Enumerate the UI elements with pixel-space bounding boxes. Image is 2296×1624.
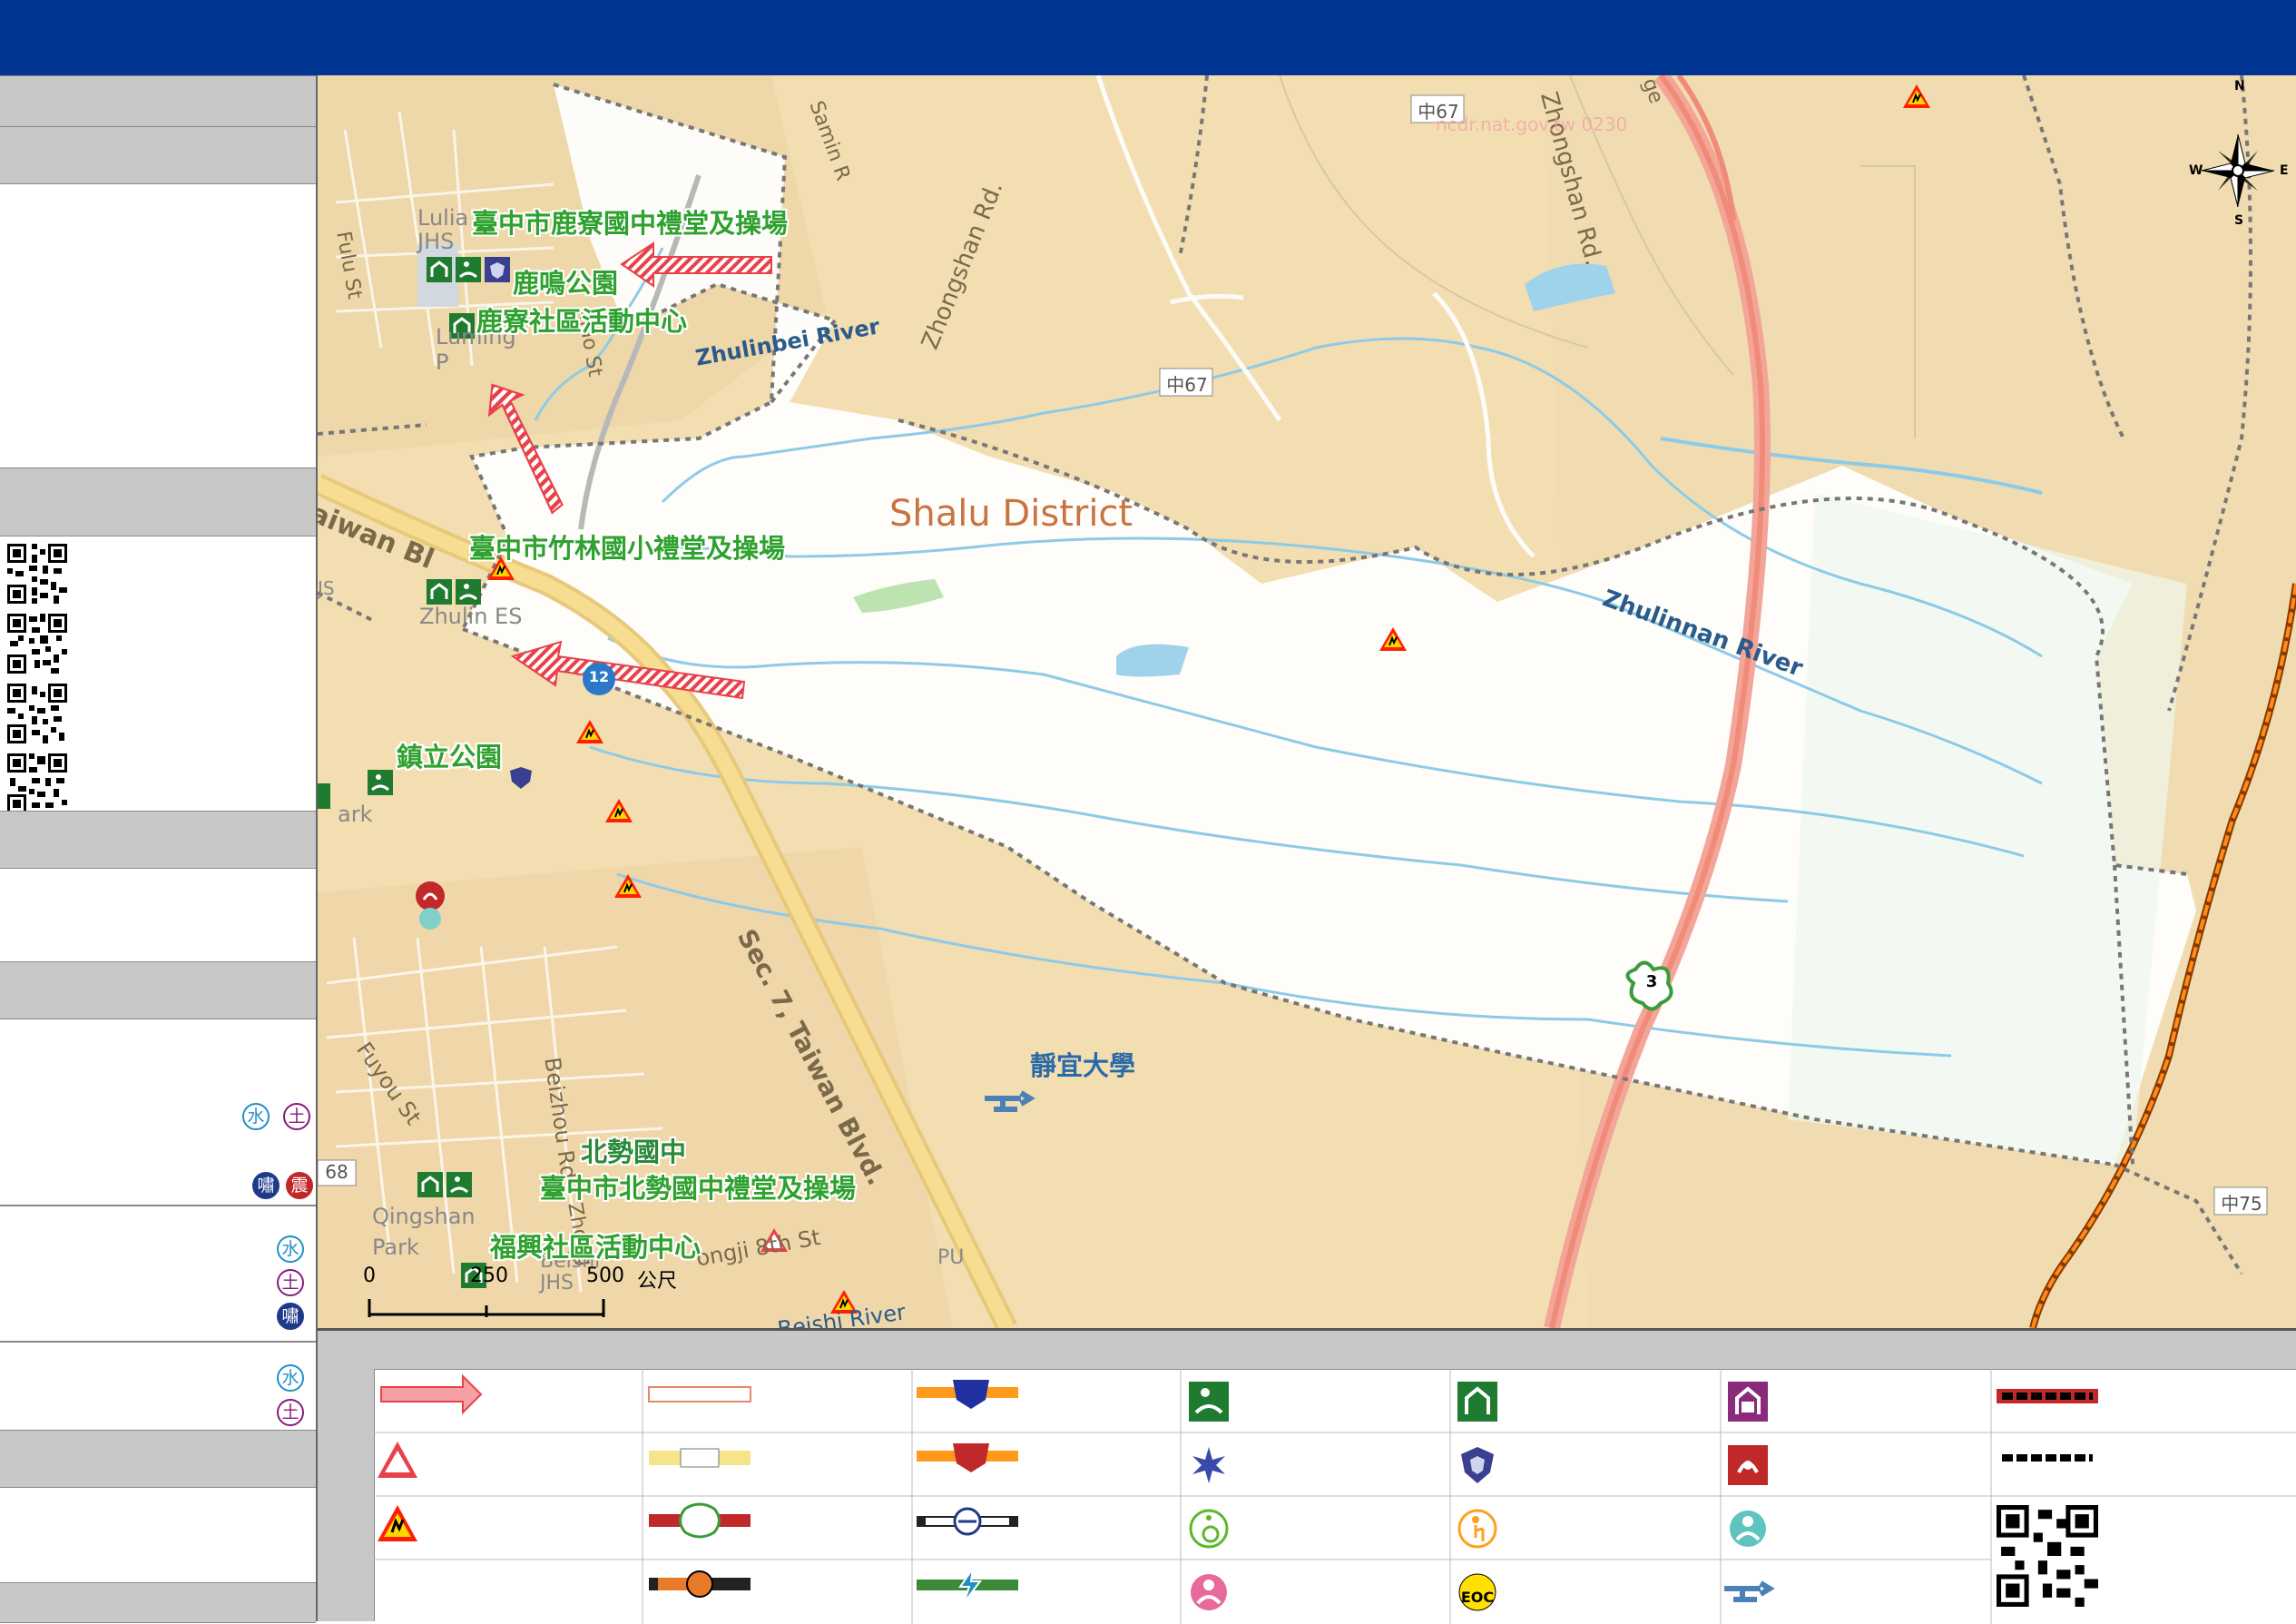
place-label-pu: PU [937,1246,965,1269]
shelter-label: 鹿寮社區活動中心 [476,306,688,337]
title-bar [0,0,2296,77]
place-label-zhulin-es: Zhulin ES [419,604,523,629]
water-disaster-icon: 水 [277,1364,304,1392]
legend-medical-icon [1192,1447,1225,1483]
info-sidebar: 水 土 嘯 震 水 土 嘯 水 土 嘯 [0,75,318,1623]
soil-disaster-icon: 土 [277,1399,304,1426]
soil-disaster-icon: 土 [283,1103,310,1130]
legend-wheelchair-icon [1189,1509,1229,1549]
scale-unit: 公尺 [637,1270,678,1293]
legend-helipad-icon [1724,1580,1775,1602]
legend-fire-station-icon [1728,1445,1768,1485]
compass-north: N [2234,79,2245,94]
scale-tick-250: 250 [470,1265,508,1287]
legend-shelter-outdoor-icon [1189,1382,1229,1422]
sidebar-header-3 [0,811,316,869]
legend-landslide-symbol [378,1505,417,1541]
university-label: 靜宜大學 [1030,1050,1136,1081]
map-legend: EOC [318,1328,2296,1624]
scale-tick-500: 500 [586,1265,624,1287]
sidebar-panel-5 [0,1488,316,1579]
qr-code-icon[interactable] [7,753,67,813]
sidebar-panel-disasters: 水 土 嘯 震 水 土 嘯 水 土 嘯 [0,1019,316,1473]
place-label-qingshan-park: Qingshan Park [372,1204,476,1260]
place-label-js: JS [318,577,335,599]
sidebar-header-4 [0,961,316,1019]
legend-evac-route-symbol [380,1373,483,1415]
legend-hazard-symbol [378,1442,417,1478]
evacuation-map[interactable]: Shalu District Zhulinbei River Zhulinnan… [318,75,2296,1328]
legend-elderly-care-icon [1457,1509,1497,1549]
sidebar-header-1 [0,75,316,127]
route-shield-hwy3: 3 [1645,972,1658,991]
legend-shelter-indoor-icon [1457,1382,1497,1422]
earthquake-disaster-icon: 震 [286,1172,313,1199]
legend-police-icon [1461,1447,1494,1483]
sidebar-panel-info [0,184,316,466]
place-label-park: ark [338,802,373,827]
sidebar-header-qr [0,468,316,536]
shelter-label: 北勢國中 [581,1137,687,1167]
qr-code-icon[interactable] [7,684,67,743]
sidebar-divider [0,1205,316,1206]
route-shield-c67-mid: 中67 [1166,374,1208,396]
route-shield-c68: 68 [325,1161,348,1183]
qr-code-icon[interactable] [7,544,67,604]
compass-south: S [2234,213,2244,228]
tsunami-disaster-icon: 嘯 [277,1303,304,1330]
water-disaster-icon: 水 [277,1235,304,1263]
scale-tick-0: 0 [363,1265,376,1287]
legend-family-care-icon [1730,1511,1766,1547]
water-disaster-icon: 水 [242,1103,270,1130]
shelter-label: 臺中市北勢國中禮堂及操場 [540,1173,857,1204]
sidebar-panel-qr [0,536,316,813]
shelter-label: 臺中市鹿寮國中禮堂及操場 [472,208,789,239]
route-shield-hwy12: 12 [588,668,610,685]
sidebar-header-5 [0,1430,316,1488]
eoc-text-icon: EOC [1461,1589,1494,1606]
compass-west: W [2189,163,2203,178]
district-label: Shalu District [889,493,1133,535]
legend-qr-code-icon[interactable] [1997,1505,2098,1607]
soil-disaster-icon: 土 [277,1269,304,1296]
sidebar-divider [0,1341,316,1343]
shelter-label: 鹿鳴公園 [513,268,619,299]
watermark-text: ncdr.nat.gov.tw 0230 [1436,113,1628,135]
sidebar-header-6 [0,1582,316,1623]
shelter-label: 鎮立公園 [397,742,503,773]
route-shield-c75: 中75 [2221,1193,2262,1215]
legend-shelter-special-icon [1728,1382,1768,1422]
compass-east: E [2280,163,2289,178]
sidebar-header-2 [0,126,316,184]
legend-child-care-icon [1191,1574,1227,1610]
tsunami-disaster-icon: 嘯 [252,1172,280,1199]
qr-code-icon[interactable] [7,614,67,674]
shelter-label: 臺中市竹林國小禮堂及操場 [469,533,786,564]
shelter-label: 福興社區活動中心 [490,1232,702,1263]
sidebar-panel-3 [0,869,316,960]
